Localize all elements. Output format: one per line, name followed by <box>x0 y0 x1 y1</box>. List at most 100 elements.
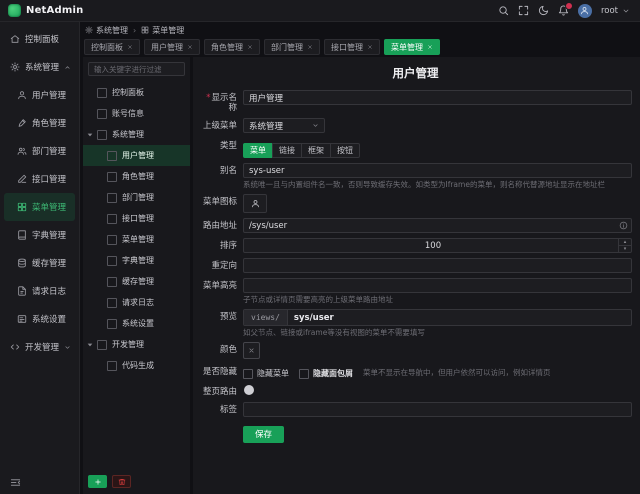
avatar[interactable] <box>578 4 592 18</box>
sidebar-item-apis[interactable]: 接口管理 <box>4 165 75 193</box>
checkbox-hide-menu[interactable]: 隐藏菜单 <box>243 368 289 379</box>
chevron-down-icon <box>622 7 630 15</box>
sidebar-item-dashboard[interactable]: 控制面板 <box>4 25 75 53</box>
tree-node-system[interactable]: 系统管理 <box>83 124 190 145</box>
checkbox-hide-breadcrumb[interactable]: 隐藏面包屑 <box>299 368 353 379</box>
sidebar-item-settings[interactable]: 系统设置 <box>4 305 75 333</box>
spinner-down-button[interactable]: ▾ <box>619 246 631 252</box>
menu-icon-picker[interactable] <box>243 194 267 213</box>
user-menu[interactable]: root <box>601 6 630 16</box>
tree-filter-input[interactable] <box>88 62 185 76</box>
close-icon[interactable] <box>307 44 313 50</box>
checkbox[interactable] <box>97 340 107 350</box>
tree-node-dev[interactable]: 开发管理 <box>83 334 190 355</box>
menu-collapse-icon[interactable] <box>10 477 21 488</box>
tab-apis[interactable]: 接口管理 <box>324 39 380 55</box>
checkbox[interactable] <box>97 109 107 119</box>
type-option[interactable]: 按钮 <box>330 143 360 158</box>
tree-node-request-logs[interactable]: 请求日志 <box>83 292 190 313</box>
checkbox[interactable] <box>107 214 117 224</box>
close-icon[interactable] <box>427 44 433 50</box>
sidebar-item-request-logs[interactable]: 请求日志 <box>4 277 75 305</box>
tag-input[interactable] <box>243 402 632 417</box>
breadcrumb-item-system[interactable]: 系统管理 <box>85 25 128 36</box>
checkbox-box[interactable] <box>243 369 253 379</box>
tree-node-cache[interactable]: 缓存管理 <box>83 271 190 292</box>
close-icon[interactable] <box>367 44 373 50</box>
sidebar-item-system[interactable]: 系统管理 <box>4 53 75 81</box>
checkbox[interactable] <box>107 319 117 329</box>
color-picker[interactable] <box>243 342 260 359</box>
menu-highlight-label: 菜单高亮 <box>199 278 243 304</box>
type-option[interactable]: 链接 <box>272 143 302 158</box>
tree-node-users[interactable]: 用户管理 <box>83 145 190 166</box>
sidebar-item-depts[interactable]: 部门管理 <box>4 137 75 165</box>
breadcrumb-item-menus[interactable]: 菜单管理 <box>141 25 184 36</box>
sidebar-item-menus[interactable]: 菜单管理 <box>4 193 75 221</box>
preview-input-group[interactable]: views/ sys/user <box>243 309 632 326</box>
caret-down-icon[interactable] <box>86 131 94 139</box>
tab-menus[interactable]: 菜单管理 <box>384 39 440 55</box>
checkbox[interactable] <box>107 298 117 308</box>
caret-down-icon[interactable] <box>86 341 94 349</box>
display-name-input[interactable] <box>243 90 632 105</box>
tab-dashboard[interactable]: 控制面板 <box>84 39 140 55</box>
form-row-hidden: 是否隐藏 隐藏菜单隐藏面包屑 菜单不显示在导航中，但用户依然可以访问，例如详情页 <box>199 364 632 379</box>
pencil-icon <box>17 174 27 184</box>
bell-icon[interactable] <box>558 5 569 16</box>
search-icon[interactable] <box>498 5 509 16</box>
checkbox[interactable] <box>107 256 117 266</box>
sidebar-item-dev[interactable]: 开发管理 <box>4 333 75 361</box>
add-menu-button[interactable] <box>88 475 107 488</box>
tree-node-settings[interactable]: 系统设置 <box>83 313 190 334</box>
tree-node-dashboard[interactable]: 控制面板 <box>83 82 190 103</box>
checkbox-box[interactable] <box>299 369 309 379</box>
checkbox[interactable] <box>107 172 117 182</box>
redirect-label: 重定向 <box>199 258 243 273</box>
close-icon[interactable] <box>127 44 133 50</box>
checkbox[interactable] <box>107 193 117 203</box>
tab-depts[interactable]: 部门管理 <box>264 39 320 55</box>
tree-node-account[interactable]: 账号信息 <box>83 103 190 124</box>
theme-icon[interactable] <box>538 5 549 16</box>
sidebar-item-users[interactable]: 用户管理 <box>4 81 75 109</box>
tree-node-depts[interactable]: 部门管理 <box>83 187 190 208</box>
type-option[interactable]: 菜单 <box>243 143 273 158</box>
tree-node-menus[interactable]: 菜单管理 <box>83 229 190 250</box>
tree-node-roles[interactable]: 角色管理 <box>83 166 190 187</box>
fullscreen-icon[interactable] <box>518 5 529 16</box>
checkbox[interactable] <box>107 151 117 161</box>
info-icon[interactable] <box>619 221 628 230</box>
route-path-input[interactable] <box>243 218 632 233</box>
tree-node-apis[interactable]: 接口管理 <box>83 208 190 229</box>
delete-menu-button[interactable] <box>112 475 131 488</box>
checkbox[interactable] <box>107 277 117 287</box>
menu-tree: 控制面板账号信息系统管理用户管理角色管理部门管理接口管理菜单管理字典管理缓存管理… <box>83 82 190 376</box>
redirect-input[interactable] <box>243 258 632 273</box>
sort-input[interactable] <box>243 238 632 253</box>
brand[interactable]: NetAdmin <box>0 4 83 17</box>
save-button[interactable]: 保存 <box>243 426 284 443</box>
tab-users[interactable]: 用户管理 <box>144 39 200 55</box>
close-icon[interactable] <box>187 44 193 50</box>
checkbox[interactable] <box>107 361 117 371</box>
sidebar-item-dicts[interactable]: 字典管理 <box>4 221 75 249</box>
checkbox[interactable] <box>97 130 107 140</box>
tree-node-codegen[interactable]: 代码生成 <box>83 355 190 376</box>
sidebar-item-roles[interactable]: 角色管理 <box>4 109 75 137</box>
parent-menu-select[interactable]: 系统管理 <box>243 118 325 133</box>
tab-roles[interactable]: 角色管理 <box>204 39 260 55</box>
sidebar-item-cache[interactable]: 缓存管理 <box>4 249 75 277</box>
type-option[interactable]: 框架 <box>301 143 331 158</box>
spinner-up-button[interactable]: ▴ <box>619 239 631 246</box>
checkbox[interactable] <box>107 235 117 245</box>
tree-node-dicts[interactable]: 字典管理 <box>83 250 190 271</box>
checkbox[interactable] <box>97 88 107 98</box>
file-text-icon <box>17 286 27 296</box>
close-icon[interactable] <box>247 44 253 50</box>
alias-input[interactable] <box>243 163 632 178</box>
type-label: 类型 <box>199 138 243 158</box>
menu-grid-icon <box>141 26 149 34</box>
menu-highlight-input[interactable] <box>243 278 632 293</box>
color-label: 颜色 <box>199 342 243 359</box>
